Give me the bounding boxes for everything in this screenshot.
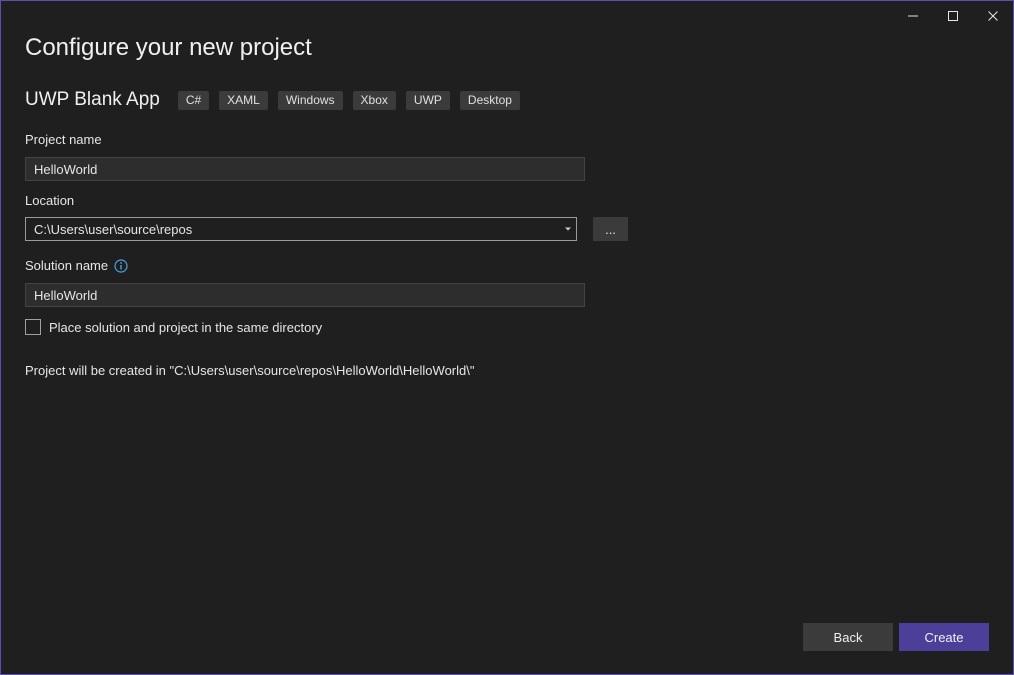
solution-name-label: Solution name: [25, 258, 109, 273]
tag-windows: Windows: [277, 90, 343, 110]
template-tags: C# XAML Windows Xbox UWP Desktop: [177, 90, 530, 110]
location-label: Location: [25, 193, 75, 208]
create-button[interactable]: Create: [899, 623, 989, 651]
close-icon: [987, 10, 999, 22]
created-path-text: Project will be created in "C:\Users\use…: [25, 363, 475, 378]
close-button[interactable]: [973, 1, 1013, 31]
browse-location-button[interactable]: ...: [593, 217, 628, 241]
project-name-input[interactable]: [25, 157, 585, 181]
maximize-icon: [947, 10, 959, 22]
location-value[interactable]: C:\Users\user\source\repos: [26, 222, 560, 237]
template-header: UWP Blank App C# XAML Windows Xbox UWP D…: [25, 87, 530, 113]
project-name-label: Project name: [25, 132, 102, 147]
minimize-icon: [907, 10, 919, 22]
back-button[interactable]: Back: [803, 623, 893, 651]
tag-csharp: C#: [177, 90, 210, 110]
location-combobox[interactable]: C:\Users\user\source\repos: [25, 217, 577, 241]
same-directory-checkbox[interactable]: [25, 319, 41, 335]
maximize-button[interactable]: [933, 1, 973, 31]
configure-project-window: Configure your new project UWP Blank App…: [0, 0, 1014, 675]
info-icon[interactable]: [114, 258, 128, 273]
caption-buttons: [893, 1, 1013, 31]
tag-xbox: Xbox: [352, 90, 396, 110]
tag-desktop: Desktop: [459, 90, 520, 110]
chevron-down-icon[interactable]: [560, 218, 576, 240]
page-title: Configure your new project: [25, 34, 312, 61]
template-name: UWP Blank App: [25, 89, 160, 110]
solution-name-label-row: Solution name: [25, 258, 128, 273]
same-directory-label[interactable]: Place solution and project in the same d…: [49, 320, 322, 335]
solution-name-input[interactable]: [25, 283, 585, 307]
tag-xaml: XAML: [219, 90, 268, 110]
minimize-button[interactable]: [893, 1, 933, 31]
tag-uwp: UWP: [405, 90, 450, 110]
same-directory-option[interactable]: Place solution and project in the same d…: [25, 319, 322, 335]
